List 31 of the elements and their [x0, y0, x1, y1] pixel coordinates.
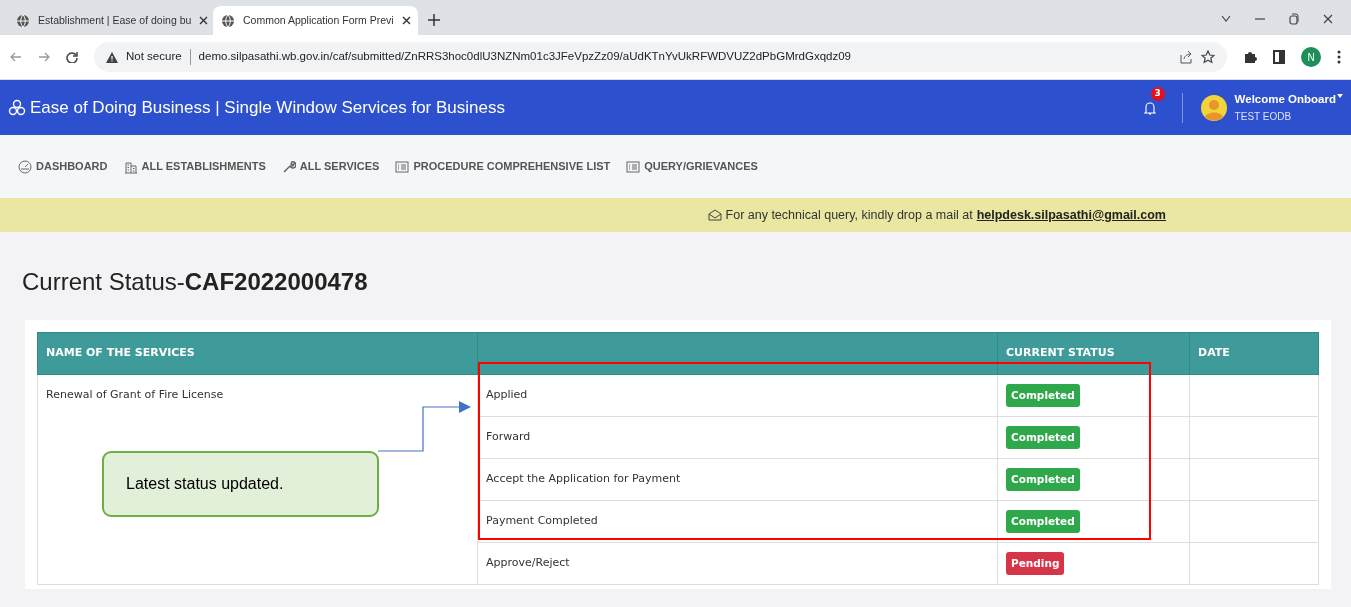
- step-name: Accept the Application for Payment: [477, 458, 998, 501]
- callout-box: Latest status updated.: [102, 451, 379, 517]
- site-title[interactable]: Ease of Doing Business | Single Window Services for Business: [30, 94, 505, 121]
- nav-link[interactable]: ALL ESTABLISHMENTS: [123, 158, 266, 175]
- step-name: Payment Completed: [477, 500, 998, 543]
- security-label[interactable]: Not secure: [126, 48, 182, 66]
- status-badge: Completed: [1006, 383, 1080, 408]
- browser-tab[interactable]: Establishment | Ease of doing bu: [8, 6, 213, 35]
- nav-link[interactable]: QUERY/GRIEVANCES: [626, 158, 758, 175]
- step-name: Applied: [477, 374, 998, 417]
- status-badge: Completed: [1006, 467, 1080, 492]
- nav-link[interactable]: ALL SERVICES: [281, 158, 380, 175]
- nav-link[interactable]: DASHBOARD: [18, 158, 108, 175]
- profile-avatar[interactable]: N: [1301, 47, 1321, 67]
- nav-link[interactable]: PROCEDURE COMPREHENSIVE LIST: [395, 158, 611, 175]
- email-link[interactable]: helpdesk.silpasathi@gmail.com: [976, 205, 1166, 225]
- column-header: NAME OF THE SERVICES: [37, 332, 478, 375]
- status-badge: Completed: [1006, 509, 1080, 534]
- column-header: CURRENT STATUS: [997, 332, 1190, 375]
- notification-badge: 3: [1150, 86, 1165, 101]
- user-menu-toggle[interactable]: Welcome Onboard: [1234, 91, 1336, 109]
- page-title: Current Status-CAF2022000478: [22, 268, 369, 297]
- info-message: For any technical query, kindly drop a mail at: [725, 206, 973, 224]
- user-name: TEST EODB: [1234, 109, 1293, 124]
- browser-tab[interactable]: Common Application Form Previ: [213, 6, 418, 35]
- step-name: Forward: [477, 416, 998, 459]
- status-badge: Pending: [1006, 551, 1065, 576]
- url-text[interactable]: demo.silpasathi.wb.gov.in/caf/submitted/ZnRRS3hoc0dlU3NZNm01c3JFeVpzZz09/aUdKTnYvUkRFWDVUZ2dPbGMrdGxqdz09: [198, 48, 851, 66]
- status-badge: Completed: [1006, 425, 1080, 450]
- step-name: Approve/Reject: [477, 542, 998, 585]
- column-header: DATE: [1189, 332, 1319, 375]
